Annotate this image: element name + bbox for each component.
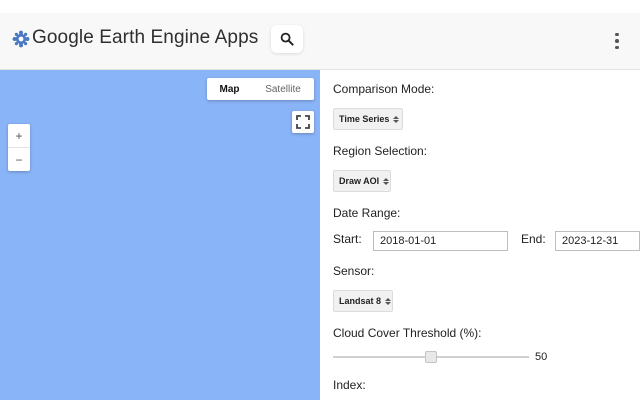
search-button[interactable] (271, 25, 303, 53)
cloud-cover-value: 50 (535, 351, 548, 363)
app-title: Google Earth Engine Apps (32, 27, 259, 48)
cloud-cover-slider-thumb[interactable] (425, 351, 437, 363)
zoom-control: + − (8, 124, 30, 171)
sensor-label: Sensor: (333, 264, 375, 278)
more-options-button[interactable] (608, 31, 626, 51)
comparison-mode-select[interactable]: Time Series (333, 108, 403, 130)
index-label: Index: (333, 378, 366, 392)
cloud-cover-label: Cloud Cover Threshold (%): (333, 326, 482, 340)
end-date-input[interactable] (555, 231, 640, 251)
map-type-satellite-button[interactable]: Satellite (252, 78, 314, 100)
start-date-input[interactable] (373, 231, 508, 251)
map-canvas[interactable]: Map Satellite + − (0, 70, 320, 400)
date-range-label: Date Range: (333, 206, 401, 220)
end-date-label: End: (521, 232, 546, 246)
start-date-label: Start: (333, 232, 362, 246)
map-type-control: Map Satellite (207, 78, 314, 100)
fullscreen-button[interactable] (292, 111, 314, 133)
comparison-mode-value: Time Series (339, 114, 390, 124)
select-arrows-icon (385, 297, 392, 305)
fullscreen-icon (296, 115, 310, 129)
control-panel: Comparison Mode: Time Series Region Sele… (320, 70, 640, 400)
top-strip (0, 0, 640, 13)
sensor-value: Landsat 8 (339, 296, 382, 306)
search-icon (280, 32, 294, 46)
zoom-out-button[interactable]: − (8, 148, 30, 171)
earth-engine-logo-icon (12, 30, 30, 48)
comparison-mode-label: Comparison Mode: (333, 82, 435, 96)
sensor-select[interactable]: Landsat 8 (333, 290, 393, 312)
region-selection-value: Draw AOI (339, 176, 380, 186)
map-type-map-button[interactable]: Map (207, 78, 252, 100)
app-header: Google Earth Engine Apps (0, 13, 640, 70)
region-selection-label: Region Selection: (333, 144, 428, 158)
select-arrows-icon (383, 177, 390, 185)
region-selection-select[interactable]: Draw AOI (333, 170, 391, 192)
zoom-in-button[interactable]: + (8, 124, 30, 148)
more-vertical-icon (615, 32, 619, 37)
select-arrows-icon (393, 115, 400, 123)
